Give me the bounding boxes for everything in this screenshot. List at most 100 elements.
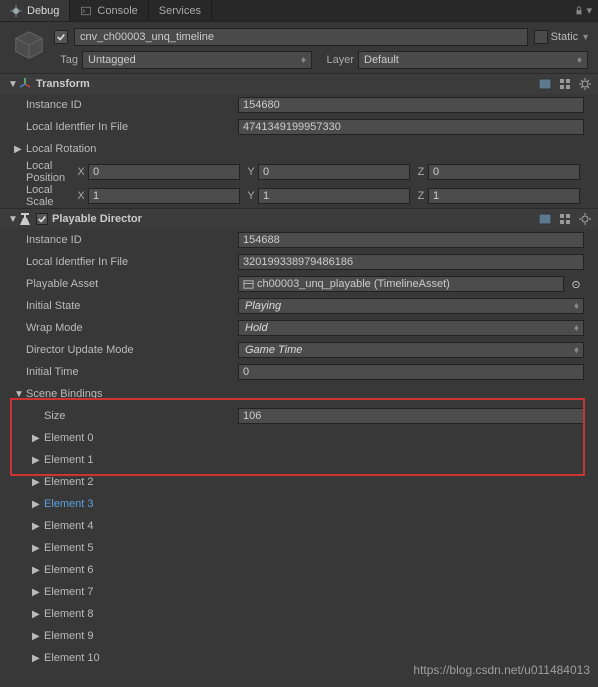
foldout-icon[interactable]: ▶	[32, 477, 42, 488]
instance-id-row: Instance ID	[0, 94, 598, 116]
element-row[interactable]: ▶Element 3	[0, 493, 598, 515]
element-label[interactable]: ▶Element 2	[8, 476, 238, 488]
lock-icon	[574, 6, 584, 16]
transform-header[interactable]: ▼ Transform	[0, 74, 598, 94]
element-label[interactable]: ▶Element 6	[8, 564, 238, 576]
preset-icon[interactable]	[558, 212, 572, 226]
scale-y-input[interactable]	[258, 188, 410, 204]
director-update-mode-dropdown[interactable]: Game Time♦	[238, 342, 584, 358]
timeline-asset-icon	[243, 279, 254, 290]
instance-id-label: Instance ID	[8, 99, 238, 111]
element-label[interactable]: ▶Element 5	[8, 542, 238, 554]
help-icon[interactable]	[538, 77, 552, 91]
local-rotation-label[interactable]: ▶Local Rotation	[8, 143, 238, 155]
element-text: Element 2	[44, 476, 94, 488]
tab-bar: Debug Console Services ▾	[0, 0, 598, 22]
element-row[interactable]: ▶Element 7	[0, 581, 598, 603]
dropdown-icon: ♦	[574, 345, 579, 356]
static-toggle[interactable]: Static ▼	[534, 30, 590, 44]
tab-debug[interactable]: Debug	[0, 0, 70, 21]
dropdown-icon: ♦	[574, 301, 579, 312]
size-input[interactable]	[238, 408, 584, 424]
layer-dropdown[interactable]: Default♦	[358, 51, 588, 69]
foldout-icon[interactable]: ▼	[8, 214, 18, 225]
position-x-input[interactable]	[88, 164, 240, 180]
foldout-icon[interactable]: ▶	[32, 455, 42, 466]
element-row[interactable]: ▶Element 6	[0, 559, 598, 581]
component-enabled-checkbox[interactable]	[36, 213, 48, 225]
foldout-icon[interactable]: ▶	[32, 499, 42, 510]
gameobject-name-input[interactable]	[74, 28, 528, 46]
lock-icon-area[interactable]: ▾	[568, 0, 598, 21]
tab-services[interactable]: Services	[149, 0, 212, 21]
element-row[interactable]: ▶Element 9	[0, 625, 598, 647]
element-row[interactable]: ▶Element 5	[0, 537, 598, 559]
help-icon[interactable]	[538, 212, 552, 226]
foldout-icon[interactable]: ▶	[14, 144, 24, 155]
instance-id-input[interactable]	[238, 232, 584, 248]
initial-state-dropdown[interactable]: Playing♦	[238, 298, 584, 314]
element-row[interactable]: ▶Element 8	[0, 603, 598, 625]
dropdown-icon: ♦	[301, 55, 306, 66]
foldout-icon[interactable]: ▶	[32, 521, 42, 532]
foldout-icon[interactable]: ▶	[32, 543, 42, 554]
instance-id-input[interactable]	[238, 97, 584, 113]
local-scale-row: Local Scale X Y Z	[0, 184, 598, 208]
scale-z-input[interactable]	[428, 188, 580, 204]
element-row[interactable]: ▶Element 4	[0, 515, 598, 537]
z-label: Z	[414, 166, 428, 178]
foldout-icon[interactable]: ▶	[32, 609, 42, 620]
object-picker-icon[interactable]: ⊙	[568, 276, 584, 292]
element-label[interactable]: ▶Element 9	[8, 630, 238, 642]
element-label[interactable]: ▶Element 1	[8, 454, 238, 466]
static-checkbox[interactable]	[534, 30, 548, 44]
local-id-input[interactable]	[238, 119, 584, 135]
initial-time-input[interactable]	[238, 364, 584, 380]
element-text: Element 0	[44, 432, 94, 444]
gear-icon[interactable]	[578, 77, 592, 91]
dropdown-icon[interactable]: ▼	[581, 32, 590, 42]
y-label: Y	[244, 190, 258, 202]
dropdown-icon: ♦	[574, 323, 579, 334]
element-text: Element 3	[44, 498, 94, 510]
playable-asset-field[interactable]: ch00003_unq_playable (TimelineAsset)	[238, 276, 564, 292]
scene-bindings-label[interactable]: ▼Scene Bindings	[8, 388, 238, 400]
tag-dropdown[interactable]: Untagged♦	[82, 51, 312, 69]
active-checkbox[interactable]	[54, 30, 68, 44]
gear-icon[interactable]	[578, 212, 592, 226]
element-row[interactable]: ▶Element 1	[0, 449, 598, 471]
position-z-input[interactable]	[428, 164, 580, 180]
scale-x-input[interactable]	[88, 188, 240, 204]
foldout-icon[interactable]: ▶	[32, 587, 42, 598]
element-label[interactable]: ▶Element 3	[8, 498, 238, 510]
wrap-mode-dropdown[interactable]: Hold♦	[238, 320, 584, 336]
foldout-icon[interactable]: ▼	[8, 79, 18, 90]
element-text: Element 7	[44, 586, 94, 598]
foldout-icon[interactable]: ▶	[32, 565, 42, 576]
element-label[interactable]: ▶Element 10	[8, 652, 238, 664]
tab-console[interactable]: Console	[70, 0, 148, 21]
scene-bindings-elements: ▶Element 0▶Element 1▶Element 2▶Element 3…	[0, 427, 598, 669]
playable-director-title: Playable Director	[52, 213, 538, 225]
element-row[interactable]: ▶Element 2	[0, 471, 598, 493]
foldout-icon[interactable]: ▶	[32, 433, 42, 444]
dropdown-icon: ▾	[586, 4, 592, 17]
element-label[interactable]: ▶Element 7	[8, 586, 238, 598]
element-label[interactable]: ▶Element 8	[8, 608, 238, 620]
element-label[interactable]: ▶Element 4	[8, 520, 238, 532]
tag-label: Tag	[54, 54, 78, 66]
element-row[interactable]: ▶Element 0	[0, 427, 598, 449]
foldout-icon[interactable]: ▼	[14, 389, 24, 400]
foldout-icon[interactable]: ▶	[32, 653, 42, 664]
layer-label: Layer	[318, 54, 354, 66]
inspector-header: Static ▼ Tag Untagged♦ Layer Default♦	[0, 22, 598, 73]
local-id-input[interactable]	[238, 254, 584, 270]
dropdown-icon: ♦	[577, 55, 582, 66]
position-y-input[interactable]	[258, 164, 410, 180]
element-label[interactable]: ▶Element 0	[8, 432, 238, 444]
element-text: Element 1	[44, 454, 94, 466]
preset-icon[interactable]	[558, 77, 572, 91]
foldout-icon[interactable]: ▶	[32, 631, 42, 642]
initial-time-label: Initial Time	[8, 366, 238, 378]
playable-director-header[interactable]: ▼ Playable Director	[0, 209, 598, 229]
